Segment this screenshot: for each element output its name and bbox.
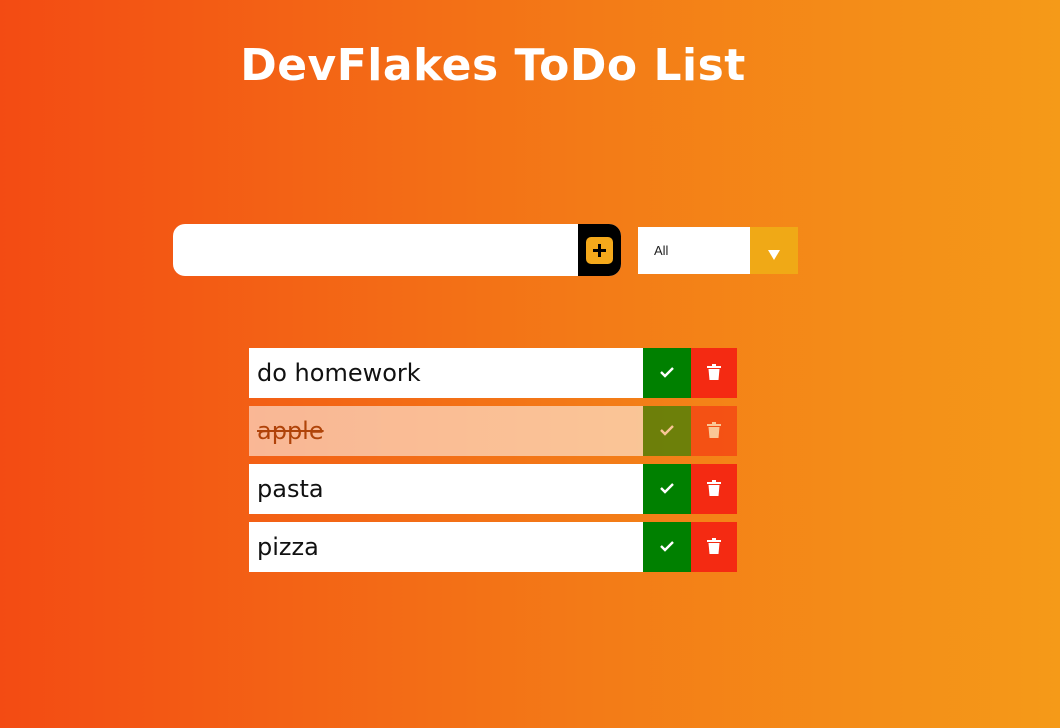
add-todo-button[interactable] bbox=[578, 224, 621, 276]
trash-icon bbox=[707, 479, 721, 499]
todo-item: do homework bbox=[249, 348, 737, 398]
todo-item: pasta bbox=[249, 464, 737, 514]
todo-text: apple bbox=[249, 406, 643, 456]
complete-button[interactable] bbox=[643, 464, 691, 514]
check-icon bbox=[659, 424, 675, 439]
filter-selected-value: All bbox=[654, 243, 669, 258]
todo-item-completed: apple bbox=[249, 406, 737, 456]
delete-button[interactable] bbox=[691, 464, 737, 514]
complete-button[interactable] bbox=[643, 522, 691, 572]
trash-icon bbox=[707, 363, 721, 383]
todo-item: pizza bbox=[249, 522, 737, 572]
todo-text: pasta bbox=[249, 464, 643, 514]
filter-select[interactable]: All bbox=[638, 227, 798, 274]
todo-text: pizza bbox=[249, 522, 643, 572]
trash-icon bbox=[707, 537, 721, 557]
complete-button[interactable] bbox=[643, 348, 691, 398]
todo-text: do homework bbox=[249, 348, 643, 398]
check-icon bbox=[659, 540, 675, 555]
trash-icon bbox=[707, 421, 721, 441]
plus-icon bbox=[586, 236, 613, 264]
delete-button[interactable] bbox=[691, 522, 737, 572]
page-title: DevFlakes ToDo List bbox=[240, 40, 746, 91]
check-icon bbox=[659, 482, 675, 497]
check-icon bbox=[659, 366, 675, 381]
delete-button[interactable] bbox=[691, 406, 737, 456]
triangle-down-icon bbox=[750, 227, 798, 274]
complete-button[interactable] bbox=[643, 406, 691, 456]
todo-input[interactable] bbox=[173, 224, 578, 276]
todo-form bbox=[173, 224, 621, 276]
delete-button[interactable] bbox=[691, 348, 737, 398]
todo-list: do homework apple pasta pizza bbox=[249, 348, 737, 580]
